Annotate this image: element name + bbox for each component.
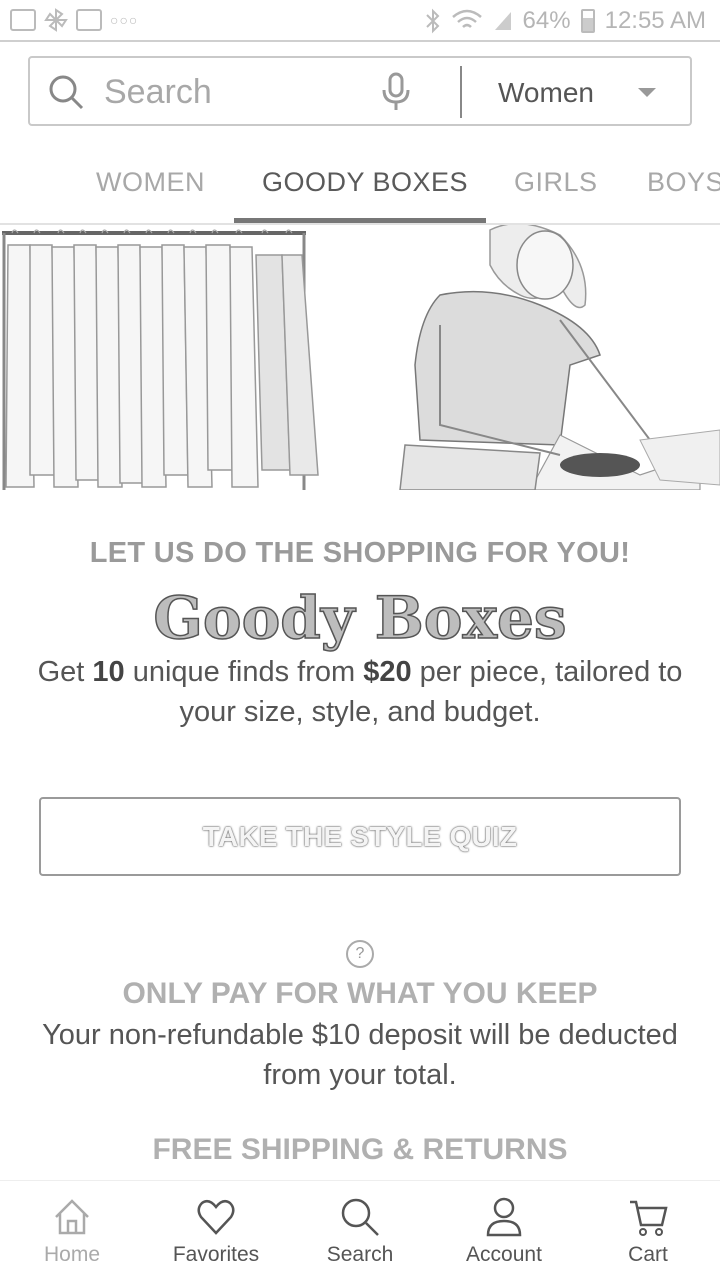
nav-cart[interactable]: Cart: [576, 1181, 720, 1280]
hero-image: [0, 225, 720, 490]
style-quiz-label: TAKE THE STYLE QUIZ: [202, 820, 518, 852]
search-icon: [341, 1198, 379, 1236]
battery-icon: [580, 9, 595, 33]
desc-count: 10: [92, 656, 125, 688]
signal-icon: [494, 12, 511, 30]
department-label: Women: [498, 77, 594, 108]
home-icon: [55, 1199, 89, 1235]
nav-account[interactable]: Account: [432, 1181, 576, 1280]
system-indicators: 64% 12:55 AM: [425, 7, 706, 35]
desc-text-2: unique finds from: [124, 656, 364, 688]
tagline: LET US DO THE SHOPPING FOR YOU!: [89, 537, 631, 569]
desc-text-1: Get: [37, 656, 93, 688]
shipping-title: FREE SHIPPING & RETURNS: [152, 1133, 568, 1166]
active-tab-indicator: [234, 218, 486, 223]
search-divider: [460, 66, 462, 118]
image-icon: [10, 9, 36, 31]
promo-description: Get 10 unique finds from $20 per piece, …: [10, 652, 710, 732]
nav-search-label: Search: [326, 1243, 394, 1266]
bottom-navigation: Home Favorites Search Account Cart: [0, 1180, 720, 1280]
department-dropdown[interactable]: Women: [464, 58, 692, 124]
brand-title: Goody Boxes: [153, 583, 568, 653]
pay-description: Your non-refundable $10 deposit will be …: [42, 1019, 678, 1091]
nav-account-label: Account: [466, 1243, 542, 1266]
woman-packing-illustration: [399, 225, 720, 490]
clock: 12:55 AM: [604, 7, 706, 34]
pay-title: ONLY PAY FOR WHAT YOU KEEP: [122, 977, 598, 1010]
pinwheel-icon: [44, 8, 68, 32]
nav-favorites[interactable]: Favorites: [144, 1181, 288, 1280]
nav-home[interactable]: Home: [0, 1181, 144, 1280]
search-icon[interactable]: [48, 74, 84, 110]
bluetooth-icon: [425, 8, 439, 34]
clothing-rack-illustration: [2, 225, 720, 490]
tab-girls[interactable]: GIRLS: [514, 167, 598, 198]
nav-cart-label: Cart: [628, 1243, 668, 1266]
style-quiz-button[interactable]: TAKE THE STYLE QUIZ: [39, 797, 681, 876]
search-bar: Women: [28, 56, 692, 126]
tab-women[interactable]: WOMEN: [96, 167, 205, 198]
cart-icon: [630, 1200, 668, 1236]
tab-goody-boxes[interactable]: GOODY BOXES: [262, 167, 468, 198]
battery-percent: 64%: [522, 7, 571, 34]
microphone-icon[interactable]: [380, 72, 412, 112]
nav-search[interactable]: Search: [288, 1181, 432, 1280]
tab-boys[interactable]: BOYS: [647, 167, 720, 198]
nav-favorites-label: Favorites: [172, 1243, 260, 1266]
wifi-icon: [451, 9, 482, 28]
person-icon: [486, 1197, 522, 1237]
help-icon[interactable]: ?: [346, 940, 374, 968]
desc-price: $20: [363, 656, 412, 688]
category-tabs: WOMEN GOODY BOXES GIRLS BOYS: [0, 145, 720, 225]
chevron-down-icon: [638, 88, 656, 97]
search-input[interactable]: [104, 72, 374, 112]
more-dots-icon: ○○○: [110, 12, 139, 28]
status-bar: ○○○ 64% 12:55 AM: [0, 0, 720, 42]
nav-home-label: Home: [43, 1243, 101, 1266]
heart-icon: [197, 1199, 235, 1235]
notification-icons: ○○○: [10, 8, 138, 32]
gmail-icon: [76, 9, 102, 31]
